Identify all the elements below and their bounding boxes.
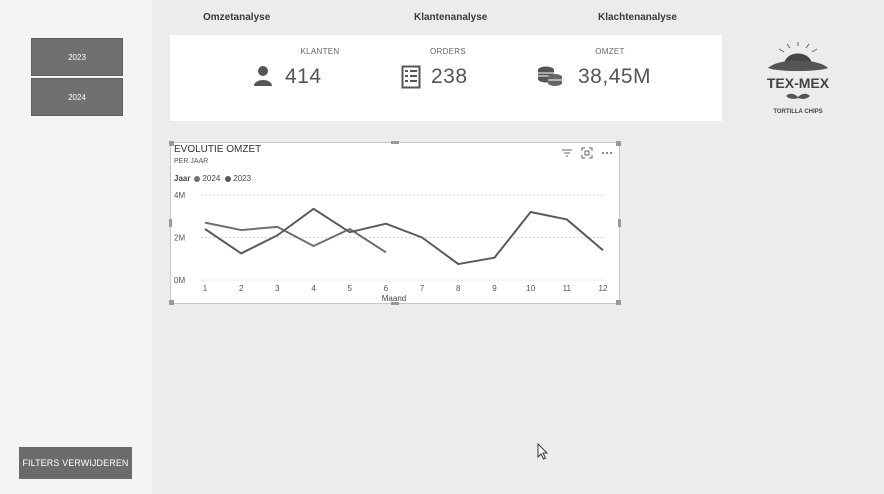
x-tick-label: 6 bbox=[384, 284, 389, 293]
tab-klantenanalyse[interactable]: Klantenanalyse bbox=[414, 12, 487, 23]
kpi-value: 414 bbox=[285, 65, 322, 88]
logo-subtext: TORTILLA CHIPS bbox=[773, 109, 822, 115]
kpi-omzet: OMZET 38,45M bbox=[538, 35, 680, 121]
person-icon bbox=[254, 66, 272, 86]
y-tick-label: 0M bbox=[174, 276, 185, 285]
chart-visual[interactable]: EVOLUTIE OMZET PER JAAR Jaar 2024 2023 4… bbox=[169, 141, 621, 305]
logo-text: TEX-MEX bbox=[767, 75, 830, 91]
resize-handle[interactable] bbox=[616, 300, 621, 305]
kpi-orders: ORDERS 238 bbox=[378, 35, 518, 121]
kpi-label: ORDERS bbox=[429, 47, 467, 56]
kpi-label: OMZET bbox=[595, 47, 625, 56]
coins-icon bbox=[538, 66, 562, 86]
mustache-icon bbox=[786, 93, 810, 99]
sombrero-icon bbox=[768, 42, 828, 71]
resize-handle[interactable] bbox=[169, 300, 174, 305]
resize-handle[interactable] bbox=[391, 141, 399, 144]
list-icon bbox=[401, 65, 421, 89]
x-tick-label: 9 bbox=[492, 284, 497, 293]
year-2024-button[interactable]: 2024 bbox=[31, 78, 123, 116]
x-tick-label: 5 bbox=[348, 284, 353, 293]
resize-handle[interactable] bbox=[169, 141, 174, 146]
kpi-label: KLANTEN bbox=[300, 47, 340, 56]
x-tick-label: 3 bbox=[275, 284, 280, 293]
resize-handle[interactable] bbox=[169, 219, 172, 227]
x-tick-label: 1 bbox=[203, 284, 208, 293]
x-tick-label: 11 bbox=[563, 284, 572, 293]
line-chart: 4M2M0M1 2 3 4 5 6 7 8 9 10 11 12Maand bbox=[174, 191, 608, 303]
tex-mex-logo: TEX-MEX TORTILLA CHIPS bbox=[767, 42, 830, 115]
kpi-value: 238 bbox=[431, 65, 468, 88]
kpi-klanten: KLANTEN 414 bbox=[250, 35, 390, 121]
filters-remove-button[interactable]: FILTERS VERWIJDEREN bbox=[19, 447, 132, 479]
x-tick-label: 4 bbox=[311, 284, 316, 293]
resize-handle[interactable] bbox=[391, 302, 399, 305]
y-tick-label: 2M bbox=[174, 234, 185, 243]
resize-handle[interactable] bbox=[616, 141, 621, 146]
x-tick-label: 8 bbox=[456, 284, 461, 293]
resize-handle[interactable] bbox=[618, 219, 621, 227]
series-line-2023 bbox=[204, 207, 604, 266]
x-tick-label: 12 bbox=[599, 284, 608, 293]
year-2023-button[interactable]: 2023 bbox=[31, 38, 123, 76]
y-tick-label: 4M bbox=[174, 191, 185, 200]
tab-omzetanalyse[interactable]: Omzetanalyse bbox=[203, 12, 270, 23]
x-tick-label: 7 bbox=[420, 284, 425, 293]
mouse-cursor-icon bbox=[537, 443, 549, 460]
sidebar: 2023 2024 FILTERS VERWIJDEREN bbox=[0, 0, 152, 494]
kpi-value: 38,45M bbox=[578, 65, 652, 88]
kpi-panel: KLANTEN 414 ORDERS 238 OMZET 38,45M bbox=[170, 35, 722, 121]
x-tick-label: 2 bbox=[239, 284, 244, 293]
tab-klachtenanalyse[interactable]: Klachtenanalyse bbox=[598, 12, 677, 23]
x-tick-label: 10 bbox=[526, 284, 535, 293]
